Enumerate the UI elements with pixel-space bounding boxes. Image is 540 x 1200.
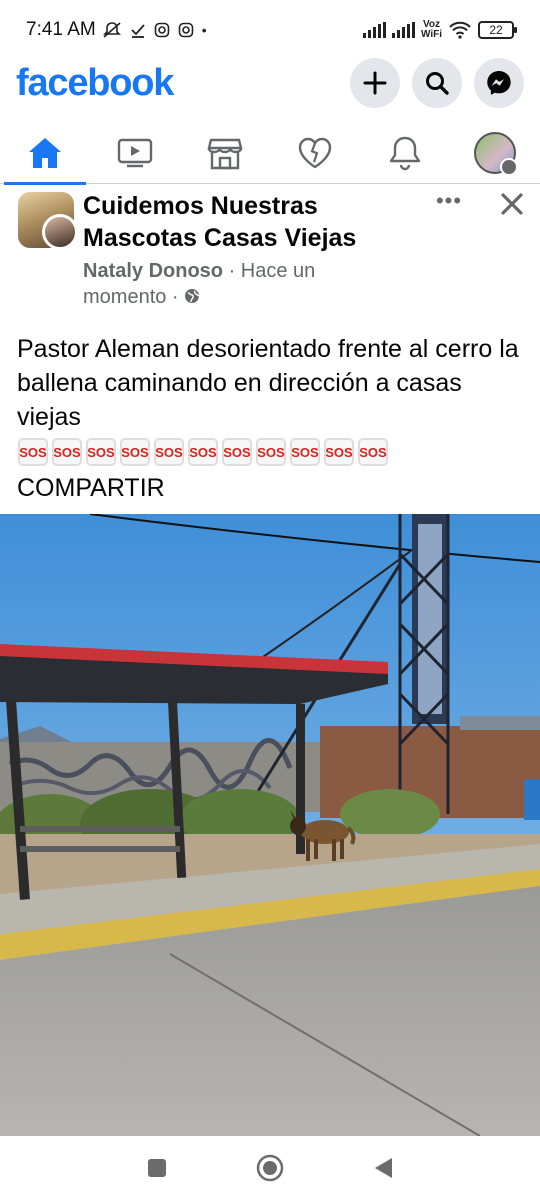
author-avatar[interactable]	[42, 214, 78, 250]
author-name-link[interactable]: Nataly Donoso	[83, 260, 223, 282]
tab-dating[interactable]	[270, 122, 360, 184]
post-photo[interactable]	[0, 514, 540, 1136]
tab-video[interactable]	[90, 122, 180, 184]
create-button[interactable]	[350, 58, 400, 108]
close-icon	[501, 193, 523, 215]
sos-emoji: SOS	[290, 438, 320, 466]
sos-emoji: SOS	[324, 438, 354, 466]
bell-icon	[389, 136, 421, 171]
signal-icon	[391, 22, 415, 38]
sos-emoji: SOS	[120, 438, 150, 466]
profile-avatar	[474, 132, 518, 176]
back-triangle-icon	[375, 1158, 393, 1178]
hide-post-button[interactable]	[496, 188, 528, 220]
instagram-icon	[178, 22, 194, 38]
group-name-link[interactable]: Cuidemos Nuestras Mascotas Casas Viejas	[83, 190, 413, 254]
sos-emoji: SOS	[18, 438, 48, 466]
post-header: Cuidemos Nuestras Mascotas Casas Viejas …	[0, 186, 540, 316]
app-header: facebook	[0, 56, 540, 110]
sos-emoji: SOS	[86, 438, 116, 466]
profile-menu-icon	[500, 158, 518, 176]
battery-icon: 22	[478, 21, 517, 39]
tab-home[interactable]	[0, 122, 90, 185]
home-icon	[29, 138, 61, 168]
sos-emoji: SOS	[154, 438, 184, 466]
status-bar: 7:41 AM • Voz WiFi 22	[0, 0, 540, 60]
wifi-icon	[449, 21, 471, 39]
vowifi-label: Voz WiFi	[420, 19, 442, 40]
main-tab-bar	[0, 122, 540, 185]
system-nav-bar	[0, 1136, 540, 1200]
tab-menu[interactable]	[450, 122, 540, 184]
signal-icon	[362, 22, 386, 38]
facebook-logo[interactable]: facebook	[16, 62, 174, 105]
status-right-icons: Voz WiFi 22	[362, 19, 517, 40]
mute-icon	[102, 22, 121, 38]
back-button[interactable]	[363, 1148, 403, 1188]
post-photo-image	[0, 514, 540, 1136]
instagram-icon	[154, 22, 170, 38]
plus-icon	[363, 71, 387, 95]
square-icon	[147, 1159, 166, 1177]
sos-emoji: SOS	[52, 438, 82, 466]
search-icon	[426, 72, 449, 95]
tab-notifications[interactable]	[360, 122, 450, 184]
header-actions	[350, 58, 524, 108]
sos-emoji-row: SOS SOS SOS SOS SOS SOS SOS SOS SOS SOS SOS	[18, 438, 388, 466]
more-options-button[interactable]: •••	[432, 188, 466, 214]
sos-emoji: SOS	[358, 438, 388, 466]
sos-emoji: SOS	[188, 438, 218, 466]
download-done-icon	[131, 24, 145, 38]
post-share-text: COMPARTIR	[17, 474, 165, 502]
status-notification-icons: •	[102, 21, 207, 39]
circle-icon	[256, 1154, 284, 1182]
more-notifications-dot: •	[201, 22, 207, 38]
tab-marketplace[interactable]	[180, 122, 270, 184]
dating-heart-icon	[298, 137, 332, 169]
sos-emoji: SOS	[222, 438, 252, 466]
globe-icon	[185, 289, 200, 303]
search-button[interactable]	[412, 58, 462, 108]
post-body-text: Pastor Aleman desorientado frente al cer…	[17, 335, 519, 431]
recents-button[interactable]	[137, 1148, 177, 1188]
messenger-button[interactable]	[474, 58, 524, 108]
post-meta: Nataly Donoso · Hace un momento ·	[83, 258, 383, 310]
sos-emoji: SOS	[256, 438, 286, 466]
messenger-icon	[487, 71, 511, 95]
status-time: 7:41 AM	[26, 19, 96, 40]
video-icon	[117, 138, 153, 168]
home-button[interactable]	[250, 1148, 290, 1188]
marketplace-icon	[207, 138, 243, 170]
